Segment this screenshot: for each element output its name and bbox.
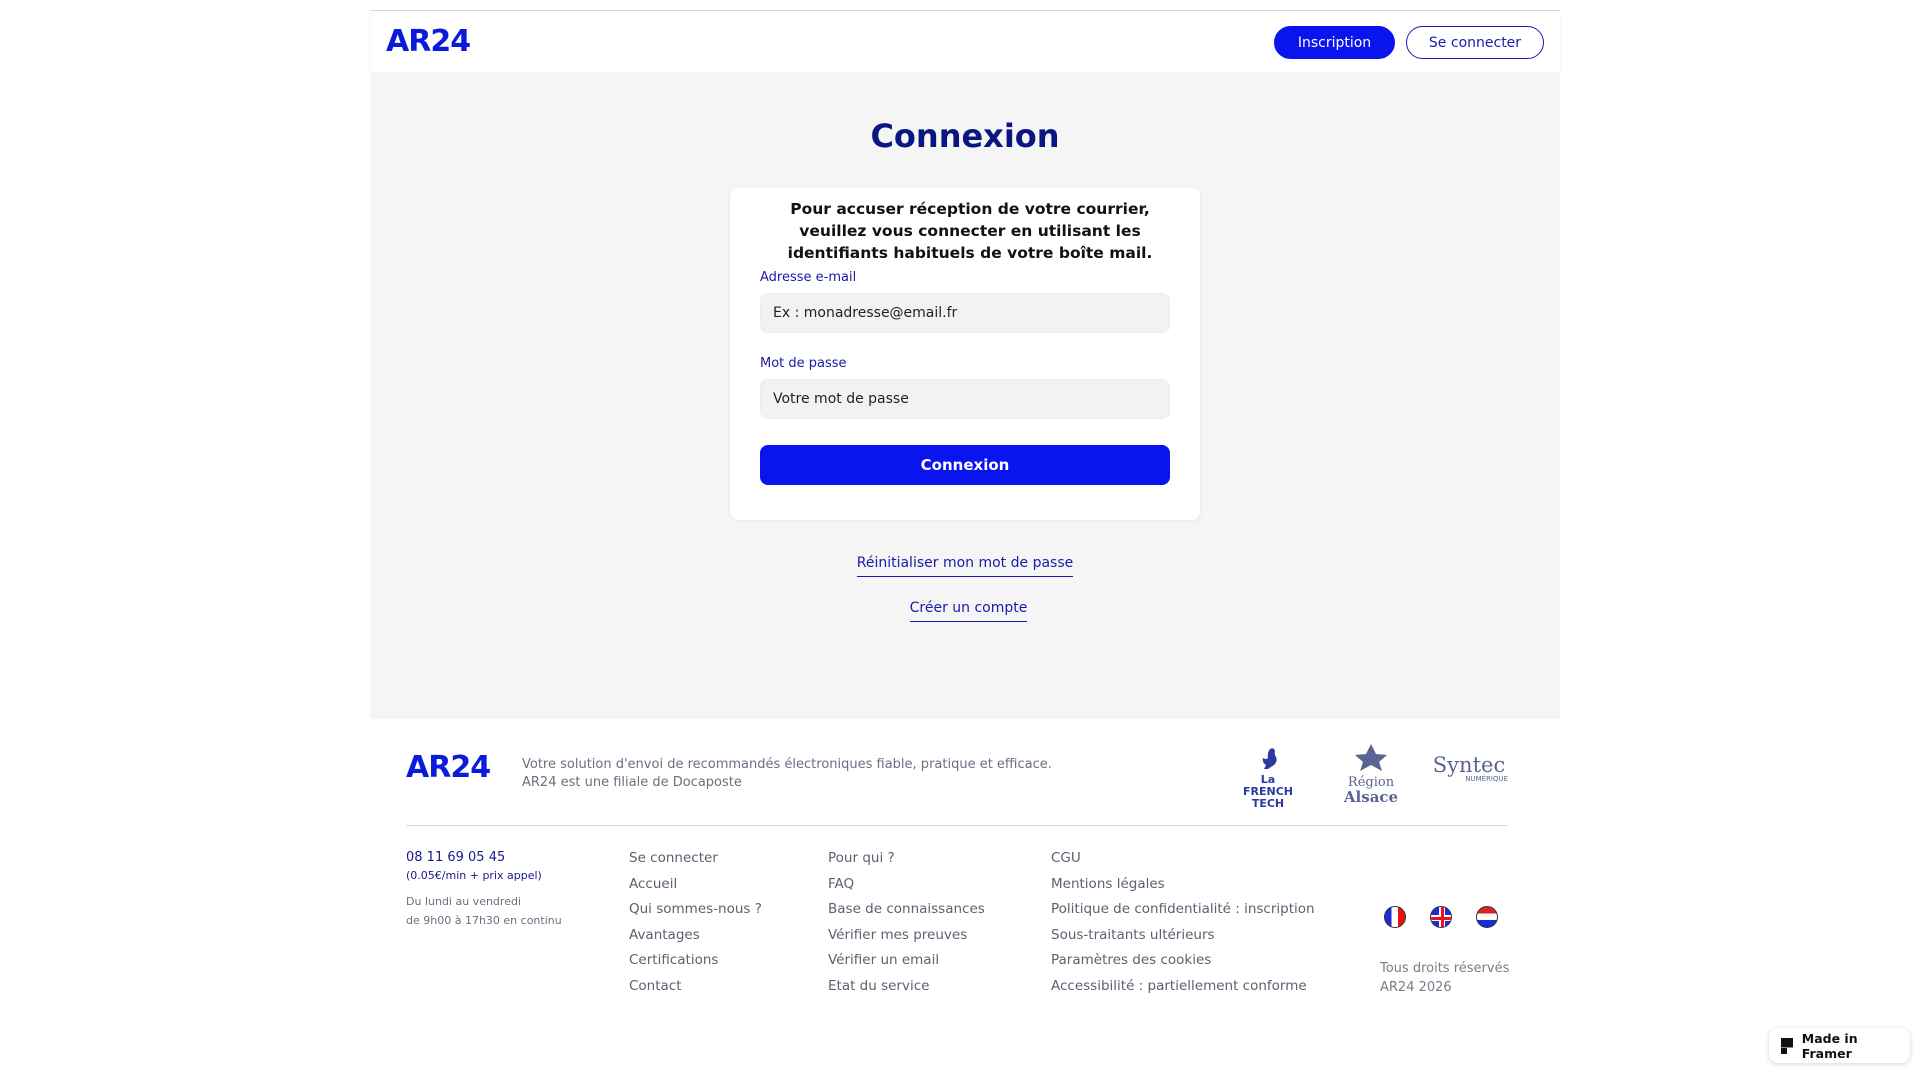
footer-link[interactable]: Politique de confidentialité : inscripti…	[1051, 900, 1315, 926]
flag-gb-icon[interactable]	[1430, 906, 1452, 928]
footer-link[interactable]: Certifications	[629, 951, 762, 977]
signup-button[interactable]: Inscription	[1274, 26, 1395, 59]
rights-line-1: Tous droits réservés	[1380, 961, 1510, 976]
syntec-logo: Syntec NUMÉRIQUE	[1430, 753, 1508, 784]
footer-link[interactable]: Accessibilité : partiellement conforme	[1051, 977, 1315, 1003]
reset-password-link-wrap: Réinitialiser mon mot de passe	[370, 555, 1560, 577]
footer-col-3: CGU Mentions légales Politique de confid…	[1051, 849, 1315, 1003]
site-header: AR24 Inscription Se connecter	[370, 11, 1560, 72]
create-account-link[interactable]: Créer un compte	[909, 600, 1028, 622]
login-instructions: Pour accuser réception de votre courrier…	[787, 200, 1153, 262]
footer-link[interactable]: Vérifier mes preuves	[828, 926, 985, 952]
contact-phone[interactable]: 08 11 69 05 45	[406, 850, 505, 865]
made-in-framer-badge[interactable]: Made in Framer	[1769, 1028, 1910, 1063]
copyright: Tous droits réservés AR24 2026	[1380, 959, 1509, 997]
footer-col-1: Se connecter Accueil Qui sommes-nous ? A…	[629, 849, 762, 1003]
footer-col-2: Pour qui ? FAQ Base de connaissances Vér…	[828, 849, 985, 1003]
footer-link[interactable]: Qui sommes-nous ?	[629, 900, 762, 926]
footer-link[interactable]: Se connecter	[629, 849, 762, 875]
footer-link[interactable]: FAQ	[828, 875, 985, 901]
rooster-icon	[1262, 748, 1277, 769]
footer-link[interactable]: Accueil	[629, 875, 762, 901]
syntec-line-1: Syntec	[1432, 753, 1506, 777]
region-line-2: Alsace	[1343, 788, 1399, 806]
tagline-line-1: Votre solution d'envoi de recommandés él…	[522, 757, 1052, 772]
contact-price: (0.05€/min + prix appel)	[406, 869, 542, 882]
login-section: Connexion Pour accuser réception de votr…	[370, 72, 1560, 719]
login-button[interactable]: Se connecter	[1406, 26, 1544, 59]
region-alsace-logo: Région Alsace	[1336, 743, 1406, 805]
french-tech-line-2: FRENCH TECH	[1243, 785, 1293, 810]
page: AR24 Inscription Se connecter Connexion …	[0, 0, 1920, 1080]
email-label: Adresse e-mail	[760, 270, 857, 285]
tagline-line-2: AR24 est une filiale de Docaposte	[522, 775, 742, 790]
site-footer: AR24 Votre solution d'envoi de recommand…	[370, 719, 1560, 1080]
footer-divider	[406, 825, 1508, 826]
star-icon	[1355, 744, 1387, 771]
footer-link[interactable]: Etat du service	[828, 977, 985, 1003]
footer-link[interactable]: Paramètres des cookies	[1051, 951, 1315, 977]
footer-link[interactable]: Avantages	[629, 926, 762, 952]
hours-line-2: de 9h00 à 17h30 en continu	[406, 914, 562, 927]
submit-button[interactable]: Connexion	[760, 445, 1170, 485]
page-title: Connexion	[870, 117, 1060, 155]
footer-link[interactable]: Pour qui ?	[828, 849, 985, 875]
footer-link[interactable]: CGU	[1051, 849, 1315, 875]
flag-nl-icon[interactable]	[1476, 906, 1498, 928]
header-logo[interactable]: AR24	[386, 24, 471, 59]
password-label: Mot de passe	[760, 356, 847, 371]
rights-line-2: AR24 2026	[1380, 980, 1452, 995]
email-input[interactable]	[760, 293, 1170, 333]
footer-link[interactable]: Base de connaissances	[828, 900, 985, 926]
reset-password-link[interactable]: Réinitialiser mon mot de passe	[856, 555, 1074, 577]
framer-icon	[1781, 1037, 1793, 1054]
hours-line-1: Du lundi au vendredi	[406, 895, 522, 908]
language-switcher	[1384, 906, 1498, 928]
french-tech-logo: La FRENCH TECH	[1236, 747, 1300, 810]
contact-hours: Du lundi au vendredi de 9h00 à 17h30 en …	[406, 892, 562, 930]
footer-link[interactable]: Contact	[629, 977, 762, 1003]
footer-tagline: Votre solution d'envoi de recommandés él…	[522, 756, 1052, 792]
framer-badge-label: Made in Framer	[1801, 1030, 1858, 1061]
footer-link[interactable]: Sous-traitants ultérieurs	[1051, 926, 1315, 952]
password-input[interactable]	[760, 379, 1170, 419]
flag-fr-icon[interactable]	[1384, 906, 1406, 928]
create-account-link-wrap: Créer un compte	[370, 600, 1560, 622]
login-card: Pour accuser réception de votre courrier…	[730, 188, 1200, 520]
footer-logo[interactable]: AR24	[406, 750, 491, 785]
footer-link[interactable]: Mentions légales	[1051, 875, 1315, 901]
footer-link[interactable]: Vérifier un email	[828, 951, 985, 977]
